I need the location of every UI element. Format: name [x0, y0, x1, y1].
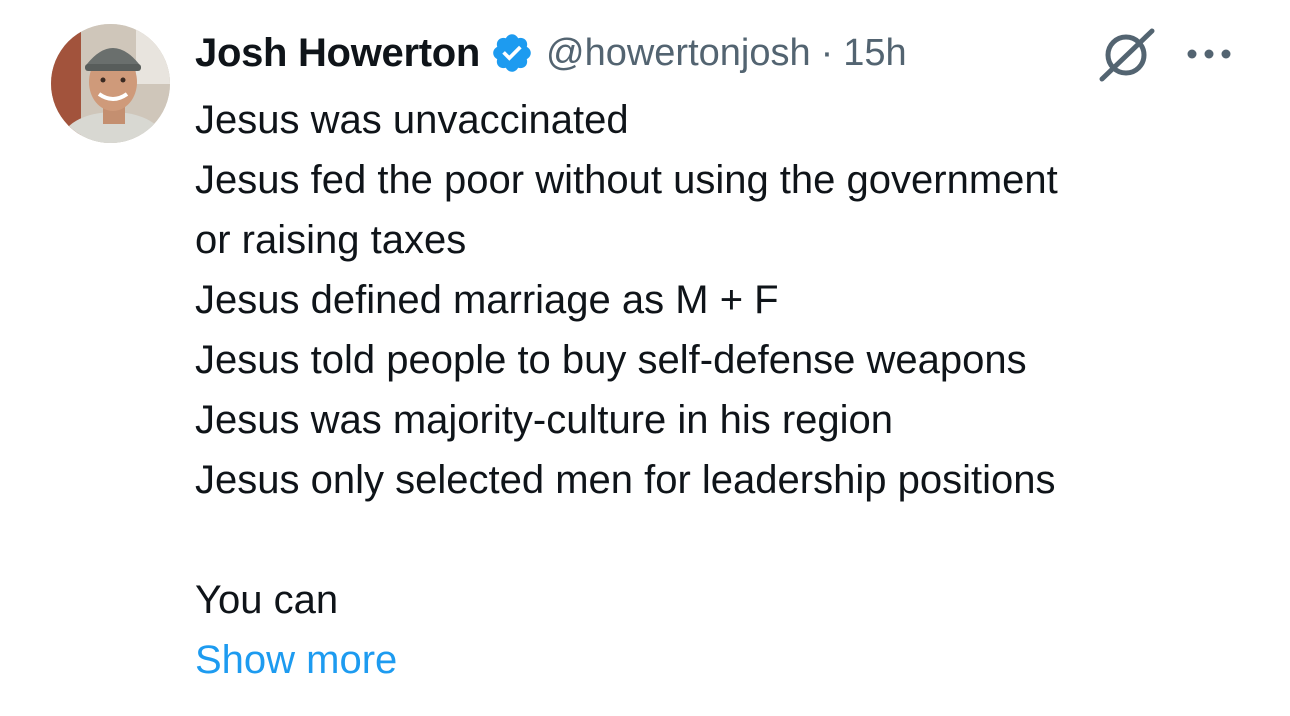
show-more-link[interactable]: Show more — [195, 630, 1255, 690]
tweet: Josh Howerton @howertonjosh · 15h Jesus … — [0, 0, 1290, 716]
author-handle[interactable]: @howertonjosh — [546, 32, 811, 75]
tweet-line: or raising taxes — [195, 218, 467, 262]
tweet-line: Jesus was majority-culture in his region — [195, 398, 894, 442]
tweet-header: Josh Howerton @howertonjosh · 15h — [195, 26, 907, 80]
tweet-line: You can — [195, 578, 339, 622]
tweet-line: Jesus fed the poor without using the gov… — [195, 158, 1058, 202]
line-break — [195, 510, 1255, 570]
timestamp[interactable]: 15h — [843, 32, 906, 75]
tweet-line: Jesus was unvaccinated — [195, 98, 629, 142]
more-options-icon[interactable] — [1183, 36, 1235, 72]
tweet-line: Jesus told people to buy self-defense we… — [195, 338, 1027, 382]
verified-badge-icon[interactable] — [490, 31, 534, 75]
author-display-name[interactable]: Josh Howerton — [195, 31, 480, 76]
tweet-text: Jesus was unvaccinated Jesus fed the poo… — [195, 90, 1255, 690]
avatar[interactable] — [51, 24, 170, 143]
separator-dot: · — [820, 31, 834, 74]
grok-icon[interactable] — [1096, 27, 1158, 83]
tweet-line: Jesus defined marriage as M + F — [195, 278, 779, 322]
tweet-line: Jesus only selected men for leadership p… — [195, 458, 1056, 502]
avatar-photo — [51, 24, 170, 143]
